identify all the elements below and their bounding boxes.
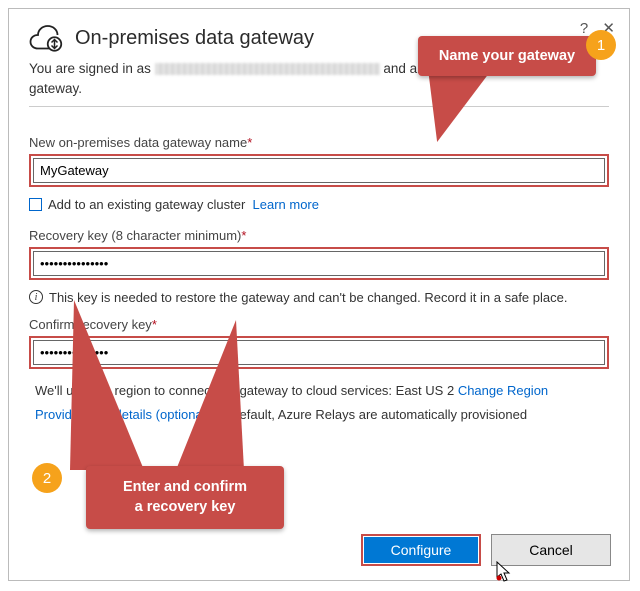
region-current: East US 2 [396, 383, 455, 398]
learn-more-link[interactable]: Learn more [253, 197, 319, 212]
dialog-title: On-premises data gateway [75, 27, 314, 50]
callout-1-badge: 1 [586, 30, 616, 60]
callout-2-badge: 2 [32, 463, 62, 493]
footer-buttons: Configure Cancel [361, 534, 611, 566]
add-cluster-row: Add to an existing gateway cluster Learn… [29, 197, 609, 212]
configure-button-highlight: Configure [361, 534, 481, 566]
signed-in-prefix: You are signed in as [29, 61, 155, 76]
recovery-key-label: Recovery key (8 character minimum)* [29, 228, 609, 243]
gateway-name-label: New on-premises data gateway name* [29, 135, 609, 150]
blurred-email [155, 63, 380, 75]
help-icon[interactable]: ? [580, 20, 588, 37]
gateway-name-input[interactable] [33, 158, 605, 183]
callout-2-tail-b [70, 300, 144, 470]
callout-2: Enter and confirm a recovery key [86, 466, 284, 529]
change-region-link[interactable]: Change Region [458, 383, 548, 398]
cloud-gateway-icon [29, 23, 65, 53]
cursor-icon [496, 561, 512, 583]
configure-button[interactable]: Configure [364, 537, 478, 563]
callout-1: Name your gateway [418, 36, 596, 76]
add-cluster-checkbox[interactable] [29, 198, 42, 211]
info-icon: i [29, 290, 43, 304]
divider [29, 106, 609, 107]
callout-1-tail [423, 76, 487, 142]
callout-2-tail-a [176, 320, 244, 470]
relay-suffix: By default, Azure Relays are automatical… [210, 407, 527, 422]
callout-2-line1: Enter and confirm [123, 479, 247, 495]
gateway-name-field-highlight [29, 154, 609, 187]
recovery-key-field-highlight [29, 247, 609, 280]
add-cluster-label: Add to an existing gateway cluster [48, 197, 245, 212]
callout-2-line2: a recovery key [135, 499, 236, 515]
recovery-key-input[interactable] [33, 251, 605, 276]
